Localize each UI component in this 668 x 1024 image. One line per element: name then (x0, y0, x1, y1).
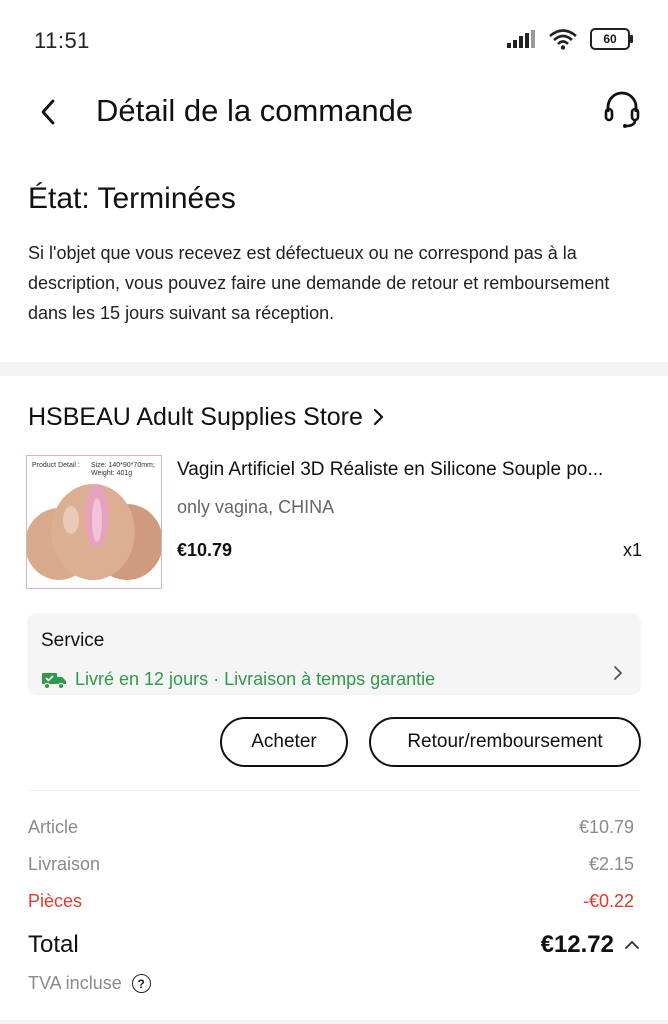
battery-level: 60 (603, 32, 617, 46)
summary-divider (28, 790, 640, 791)
total-value: €12.72 (540, 931, 614, 958)
order-state-title: État: Terminées (28, 182, 236, 215)
product-quantity: x1 (622, 540, 642, 560)
delivery-text: Livré en 12 jours · Livraison à temps ga… (75, 669, 436, 689)
summary-shipping-row: Livraison €2.15 (28, 854, 634, 875)
headset-icon (604, 91, 640, 128)
total-label: Total (28, 931, 79, 958)
bottom-divider (0, 1020, 668, 1024)
product-image[interactable]: Product Detail : Size: 140*90*70mm; Weig… (26, 455, 162, 589)
return-refund-button[interactable]: Retour/remboursement (369, 717, 641, 767)
product-price: €10.79 (177, 540, 233, 560)
product-item: Product Detail : Size: 140*90*70mm; Weig… (26, 455, 642, 593)
help-icon[interactable]: ? (131, 974, 151, 993)
truck-icon (42, 672, 66, 689)
delivery-guarantee: Livré en 12 jours · Livraison à temps ga… (41, 669, 435, 690)
vat-row: TVA incluse ? (28, 973, 151, 994)
summary-coins-row: Pièces -€0.22 (28, 891, 634, 912)
back-button[interactable] (34, 96, 62, 128)
page-title: Détail de la commande (96, 93, 414, 128)
order-state-section: État: Terminées Si l'objet que vous rece… (0, 168, 668, 360)
service-card[interactable]: Service Livré en 12 jours · Livraison à … (27, 613, 641, 695)
product-photo (27, 484, 161, 580)
article-value: €10.79 (578, 817, 634, 837)
chevron-up-icon (625, 941, 639, 949)
chevron-right-icon (373, 408, 384, 426)
total-toggle[interactable]: €12.72 (541, 931, 640, 959)
product-title[interactable]: Vagin Artificiel 3D Réaliste en Silicone… (177, 459, 642, 481)
back-arrow-icon (41, 99, 55, 125)
support-button[interactable] (602, 90, 642, 130)
article-label: Article (28, 817, 79, 837)
status-time: 11:51 (34, 28, 90, 53)
buy-again-button[interactable]: Acheter (220, 717, 348, 767)
store-name: HSBEAU Adult Supplies Store (28, 402, 363, 431)
total-row: Total €12.72 (28, 928, 640, 962)
vat-label: TVA incluse (28, 973, 122, 993)
status-bar: 11:51 60 (0, 0, 668, 80)
signal-icon (507, 30, 535, 48)
header: Détail de la commande (0, 80, 668, 144)
shipping-label: Livraison (28, 854, 101, 874)
summary-article-row: Article €10.79 (28, 817, 634, 838)
status-icons: 60 (506, 28, 633, 50)
wifi-icon (549, 29, 577, 50)
battery-icon: 60 (590, 28, 633, 50)
order-state-description: Si l'objet que vous recevez est défectue… (28, 243, 610, 323)
section-divider (0, 362, 668, 376)
shipping-value: €2.15 (588, 854, 634, 874)
coins-label: Pièces (28, 891, 83, 911)
coins-value: -€0.22 (582, 891, 634, 911)
product-variant: only vagina, CHINA (177, 497, 335, 517)
store-link[interactable]: HSBEAU Adult Supplies Store (28, 400, 385, 434)
chevron-right-icon (614, 666, 622, 680)
service-title: Service (41, 630, 105, 651)
